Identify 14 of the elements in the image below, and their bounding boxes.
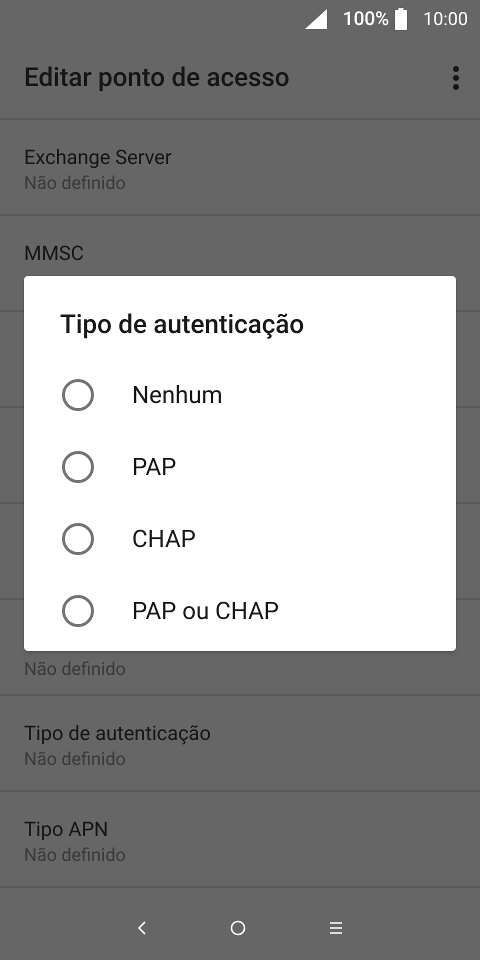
radio-option[interactable]: PAP bbox=[24, 431, 456, 503]
more-options-icon[interactable] bbox=[452, 65, 460, 91]
dialog-title: Tipo de autenticação bbox=[59, 309, 306, 342]
signal-icon bbox=[304, 9, 327, 29]
menu-icon[interactable] bbox=[328, 920, 344, 936]
radio-option[interactable]: PAP ou CHAP bbox=[24, 575, 456, 647]
page-title: Editar ponto de acesso bbox=[24, 62, 290, 94]
home-icon[interactable] bbox=[230, 920, 246, 936]
radio-option[interactable]: Nenhum bbox=[24, 359, 456, 431]
battery-icon bbox=[395, 8, 408, 30]
clock: 10:00 bbox=[423, 8, 468, 32]
back-icon[interactable] bbox=[136, 920, 148, 936]
battery-percent: 100% bbox=[342, 6, 390, 32]
radio-option[interactable]: CHAP bbox=[24, 503, 456, 575]
